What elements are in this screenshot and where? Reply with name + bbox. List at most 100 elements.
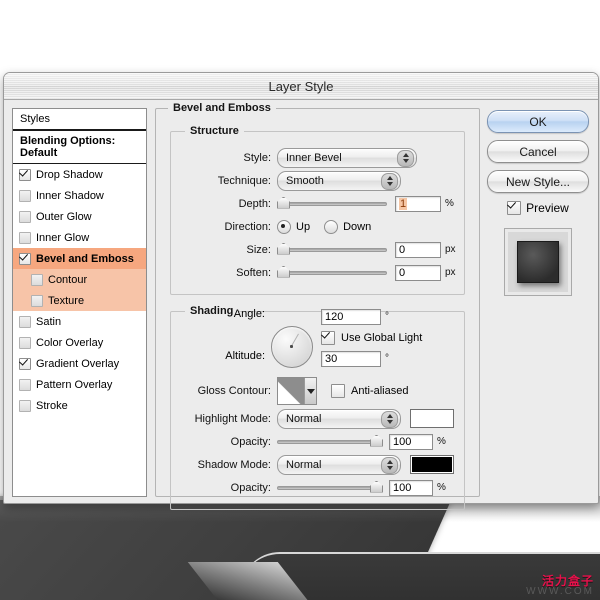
preview-row: Preview (507, 201, 569, 215)
effect-row-outer-glow[interactable]: Outer Glow (13, 206, 146, 227)
shadow-opacity-unit: % (437, 482, 446, 493)
effect-checkbox[interactable] (19, 378, 31, 391)
technique-row: Technique: Smooth (179, 169, 456, 192)
size-slider-track (277, 247, 387, 252)
direction-label: Direction: (224, 220, 271, 233)
style-value: Inner Bevel (286, 151, 342, 164)
highlight-opacity-slider-track (277, 439, 383, 444)
effect-checkbox[interactable] (19, 357, 31, 370)
shadow-opacity-slider-track (277, 485, 383, 490)
shadow-opacity-slider[interactable] (277, 480, 383, 496)
blending-options-row[interactable]: Blending Options: Default (13, 131, 146, 164)
preview-label: Preview (526, 201, 569, 215)
effect-row-bevel-and-emboss[interactable]: Bevel and Emboss (13, 248, 146, 269)
gloss-contour-picker[interactable] (277, 377, 317, 405)
effect-checkbox[interactable] (31, 273, 43, 286)
layer-style-dialog: Layer Style Styles Blending Options: Def… (3, 72, 599, 510)
direction-down-radio[interactable] (324, 219, 339, 234)
technique-select[interactable]: Smooth (277, 170, 401, 191)
effect-checkbox[interactable] (19, 189, 31, 202)
shadow-opacity-slider-knob[interactable] (370, 480, 383, 493)
effect-row-gradient-overlay[interactable]: Gradient Overlay (13, 353, 146, 374)
soften-input[interactable]: 0 (395, 264, 441, 281)
global-light-row: Use Global Light (313, 327, 456, 348)
effect-row-inner-glow[interactable]: Inner Glow (13, 227, 146, 248)
direction-up-radio[interactable] (277, 219, 291, 234)
new-style-button[interactable]: New Style... (487, 170, 589, 193)
effect-row-satin[interactable]: Satin (13, 311, 146, 332)
effect-label: Bevel and Emboss (36, 252, 134, 265)
highlight-opacity-unit: % (437, 436, 446, 447)
effect-checkbox[interactable] (31, 294, 43, 307)
soften-slider-track (277, 270, 387, 275)
effect-label: Satin (36, 315, 62, 328)
altitude-input[interactable]: 30 (321, 350, 381, 367)
size-input[interactable]: 0 (395, 241, 441, 258)
shadow-mode-select[interactable]: Normal (277, 454, 401, 475)
highlight-opacity-slider[interactable] (277, 434, 383, 450)
use-global-light-checkbox[interactable] (321, 330, 335, 345)
highlight-mode-label: Highlight Mode: (194, 412, 271, 425)
effect-checkbox[interactable] (19, 231, 31, 244)
effect-row-color-overlay[interactable]: Color Overlay (13, 332, 146, 353)
ok-button[interactable]: OK (487, 110, 589, 133)
soften-slider[interactable] (277, 265, 387, 281)
effect-checkbox[interactable] (19, 336, 31, 349)
effect-checkbox[interactable] (19, 168, 31, 181)
effect-row-inner-shadow[interactable]: Inner Shadow (13, 185, 146, 206)
effect-row-contour[interactable]: Contour (13, 269, 146, 290)
soften-value: 0 (399, 266, 406, 279)
preview-checkbox[interactable] (507, 201, 522, 215)
use-global-light-label: Use Global Light (341, 331, 423, 344)
preview-thumbnail-shape (517, 241, 559, 283)
settings-column: Bevel and Emboss Structure Style: Inner … (155, 102, 480, 510)
chevron-down-icon[interactable] (304, 378, 316, 404)
highlight-opacity-input[interactable]: 100 (389, 433, 433, 450)
anti-aliased-checkbox[interactable] (331, 384, 345, 398)
effect-row-texture[interactable]: Texture (13, 290, 146, 311)
altitude-value: 30 (325, 352, 338, 365)
effect-label: Inner Shadow (36, 189, 104, 202)
soften-unit: px (445, 267, 456, 278)
effect-row-drop-shadow[interactable]: Drop Shadow (13, 164, 146, 185)
depth-row: Depth: 1 % (179, 192, 456, 215)
effect-row-stroke[interactable]: Stroke (13, 395, 146, 416)
cancel-button[interactable]: Cancel (487, 140, 589, 163)
shadow-opacity-input[interactable]: 100 (389, 479, 433, 496)
style-select[interactable]: Inner Bevel (277, 147, 417, 168)
highlight-opacity-slider-knob[interactable] (370, 434, 383, 447)
preview-thumbnail (504, 228, 572, 296)
effect-checkbox[interactable] (19, 315, 31, 328)
technique-label: Technique: (217, 174, 271, 187)
styles-header[interactable]: Styles (13, 109, 146, 131)
effect-checkbox[interactable] (19, 210, 31, 223)
soften-slider-knob[interactable] (277, 265, 290, 278)
effect-label: Texture (48, 294, 85, 307)
highlight-mode-select[interactable]: Normal (277, 408, 401, 429)
dialog-titlebar[interactable]: Layer Style (4, 73, 598, 100)
shadow-color-swatch[interactable] (410, 455, 454, 474)
effect-label: Outer Glow (36, 210, 92, 223)
gloss-contour-label: Gloss Contour: (197, 385, 271, 397)
size-slider[interactable] (277, 242, 387, 258)
bevel-and-emboss-group: Bevel and Emboss Structure Style: Inner … (155, 102, 480, 510)
shadow-opacity-value: 100 (393, 481, 412, 494)
effect-label: Drop Shadow (36, 168, 103, 181)
shadow-mode-label: Shadow Mode: (197, 458, 271, 471)
shading-group: Shading 120 ° Use Global Light 30 ° Angl… (170, 305, 465, 510)
angle-input[interactable]: 120 (321, 308, 381, 325)
effect-checkbox[interactable] (19, 252, 31, 265)
size-row: Size: 0 px (179, 238, 456, 261)
shadow-opacity-label: Opacity: (230, 481, 271, 494)
shading-legend: Shading (185, 305, 239, 317)
highlight-color-swatch[interactable] (410, 409, 454, 428)
gloss-contour-preview (278, 378, 304, 404)
effect-row-pattern-overlay[interactable]: Pattern Overlay (13, 374, 146, 395)
depth-slider-knob[interactable] (277, 196, 290, 209)
depth-slider[interactable] (277, 196, 387, 212)
angle-dial[interactable] (271, 326, 313, 368)
highlight-mode-value: Normal (286, 412, 322, 425)
depth-input[interactable]: 1 (395, 195, 441, 212)
effect-checkbox[interactable] (19, 399, 31, 412)
size-slider-knob[interactable] (277, 242, 290, 255)
